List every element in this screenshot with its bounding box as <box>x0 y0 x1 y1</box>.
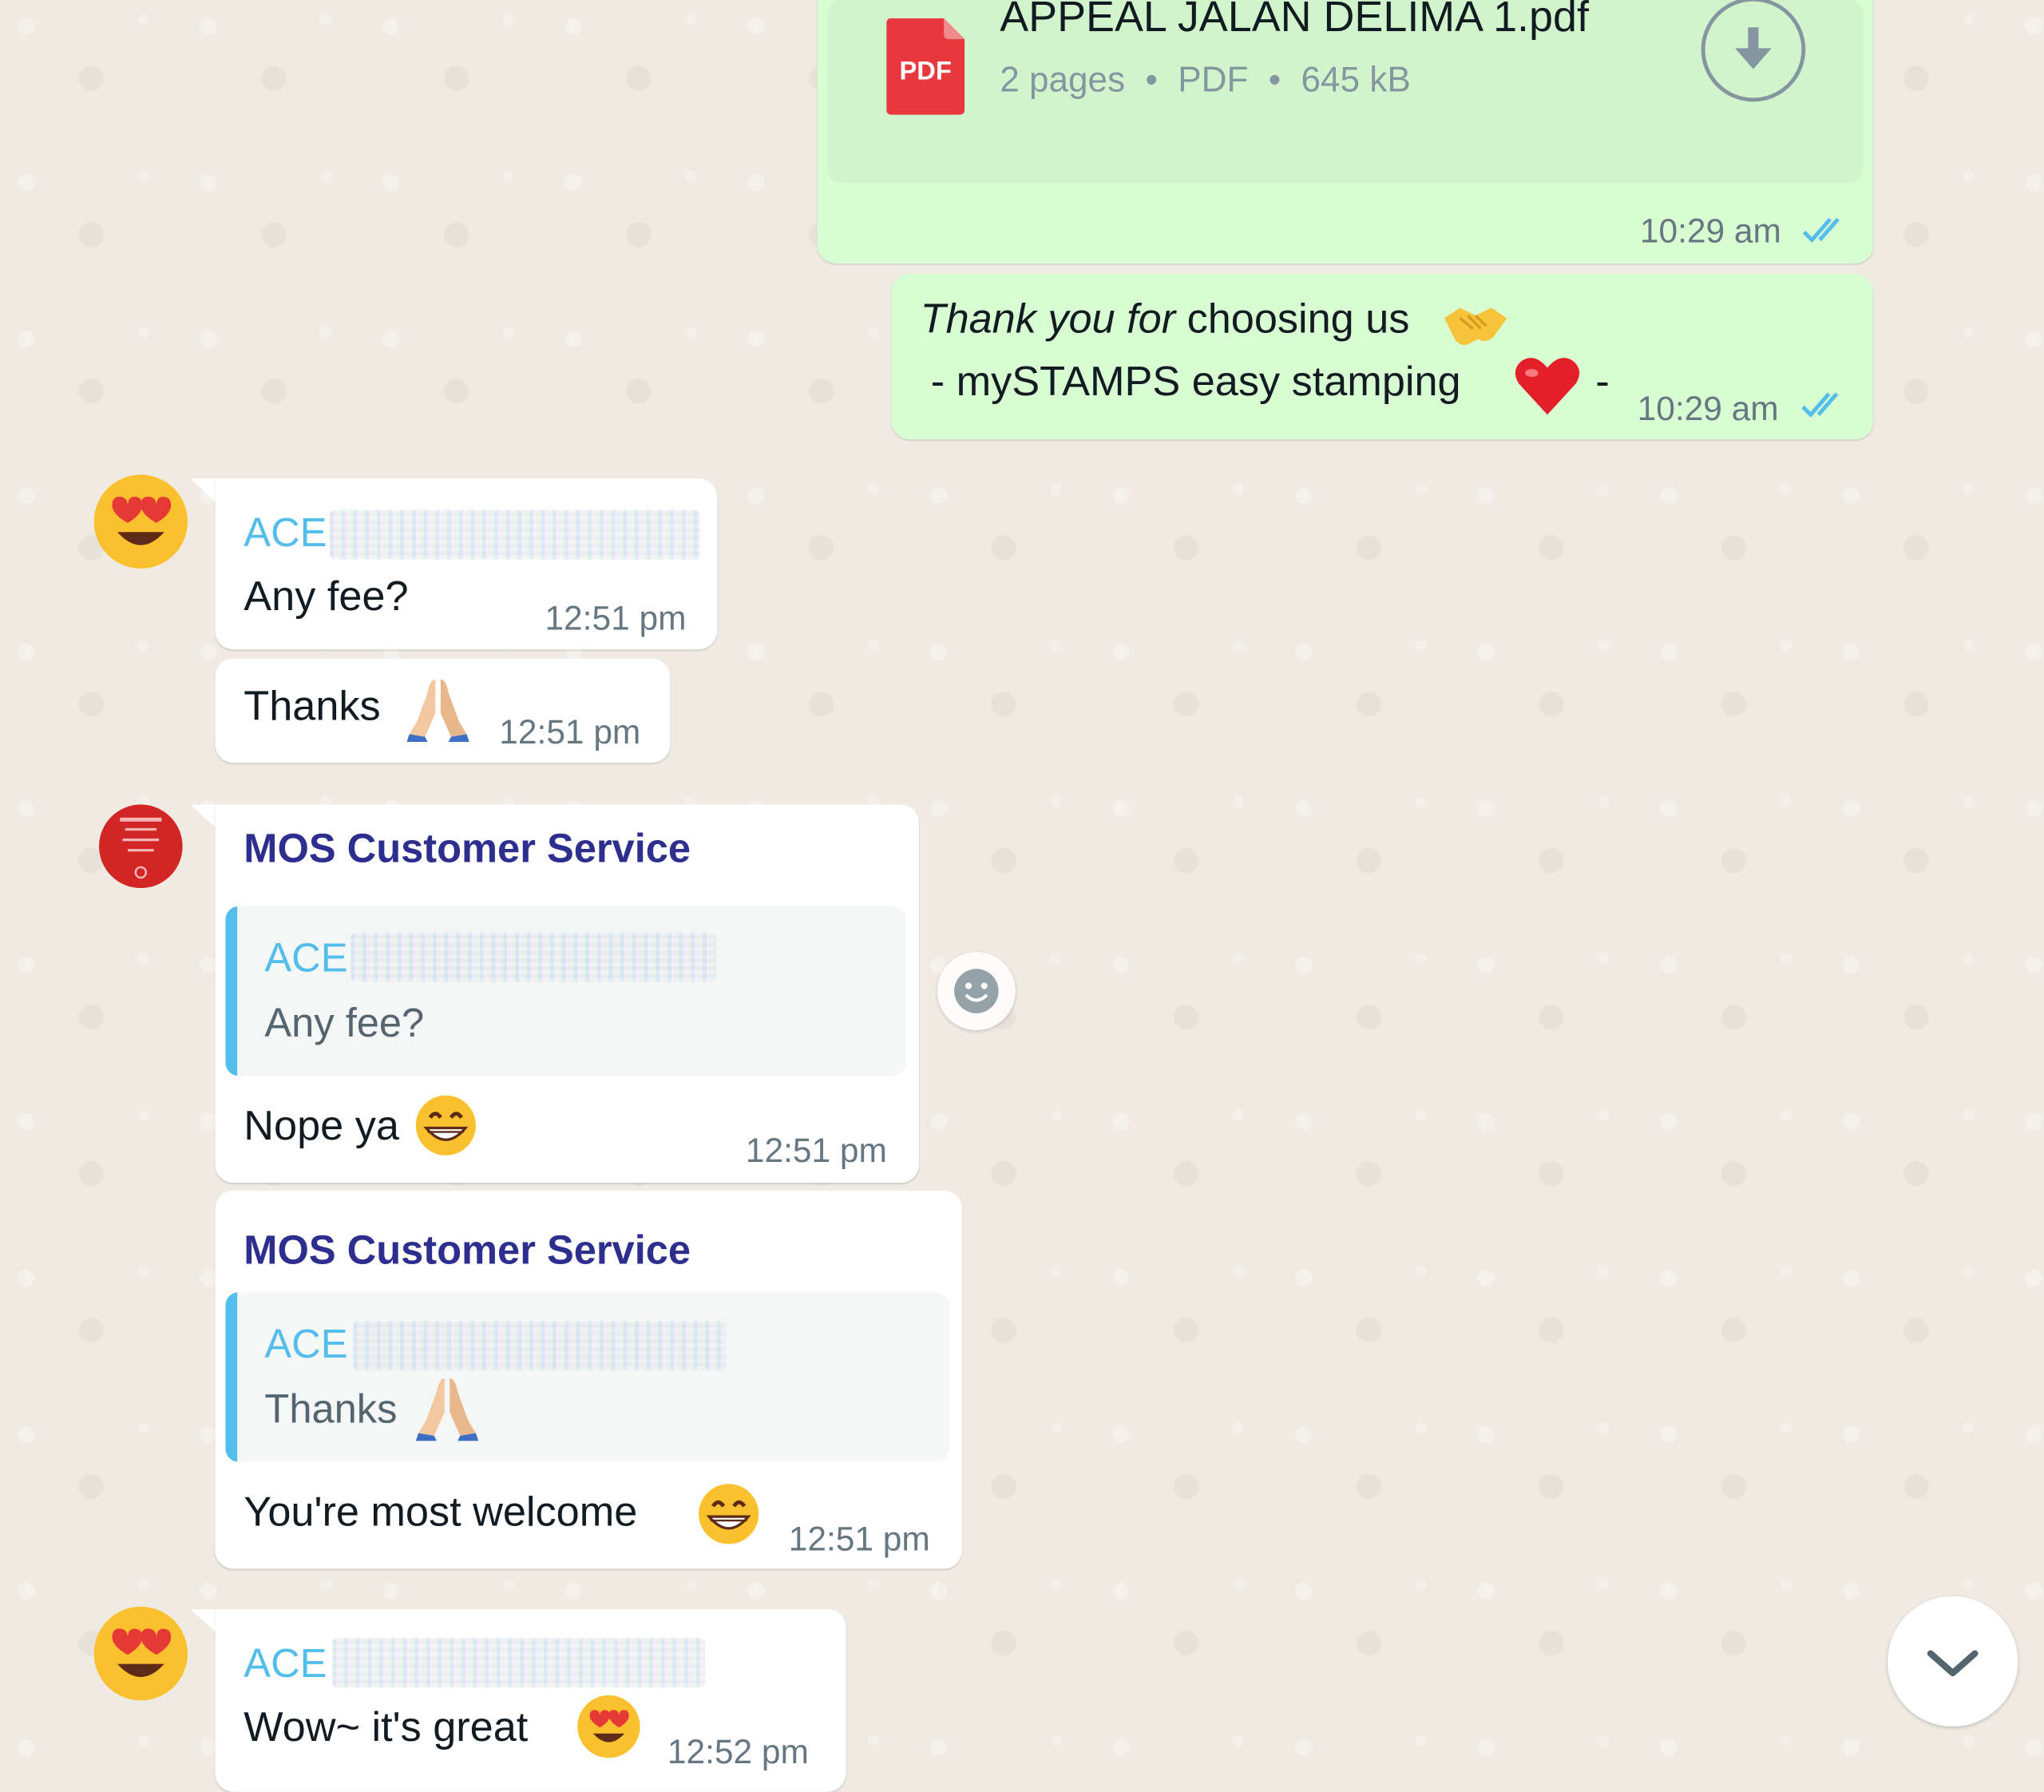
redacted-phone <box>330 509 700 560</box>
redacted-phone <box>351 932 716 982</box>
signature-text: - mySTAMPS easy stamping <box>930 357 1461 405</box>
document-size: 645 kB <box>1301 60 1411 100</box>
incoming-message-bubble[interactable]: Thanks 12:51 pm <box>215 658 671 763</box>
grinning-face-emoji-icon <box>415 1095 476 1156</box>
incoming-message-bubble[interactable]: MOS Customer Service ACE Thanks You're m… <box>215 1190 962 1569</box>
chevron-down-icon <box>1927 1650 1979 1677</box>
document-card[interactable]: PDF APPEAL JALAN DELIMA 1.pdf 2 pages • … <box>827 0 1864 183</box>
message-text: You're most welcome <box>244 1488 638 1536</box>
pdf-badge-label: PDF <box>899 57 952 86</box>
folded-hands-emoji-icon <box>406 679 469 743</box>
incoming-message-bubble[interactable]: MOS Customer Service ACE Any fee? Nope y… <box>215 804 920 1183</box>
ace-avatar[interactable] <box>93 474 188 569</box>
ace-avatar[interactable] <box>93 1606 188 1701</box>
message-text: Thanks <box>244 682 381 729</box>
chat-pane: PDF APPEAL JALAN DELIMA 1.pdf 2 pages • … <box>0 0 2044 1792</box>
heart-eyes-emoji-icon <box>93 474 188 569</box>
sender-name[interactable]: MOS Customer Service <box>244 826 691 873</box>
download-button[interactable] <box>1701 0 1806 102</box>
double-check-icon <box>1802 217 1840 244</box>
scroll-to-bottom-button[interactable] <box>1888 1596 2018 1727</box>
message-time: 12:51 pm <box>745 1130 887 1170</box>
quoted-message[interactable]: ACE Thanks <box>225 1292 949 1462</box>
message-text: Wow~ it's great <box>244 1703 529 1750</box>
pdf-file-icon: PDF <box>886 18 965 115</box>
react-button[interactable] <box>937 952 1016 1031</box>
document-pages: 2 pages <box>1000 60 1126 100</box>
message-time: 12:52 pm <box>667 1731 809 1771</box>
red-heart-emoji-icon <box>1515 358 1580 415</box>
message-time: 12:51 pm <box>499 712 641 751</box>
plain-text: choosing us <box>1186 295 1410 342</box>
heart-eyes-emoji-icon <box>577 1695 640 1758</box>
emoji-react-icon <box>954 969 999 1013</box>
grinning-face-emoji-icon <box>699 1484 759 1544</box>
document-message-bubble[interactable]: PDF APPEAL JALAN DELIMA 1.pdf 2 pages • … <box>817 0 1874 264</box>
message-text-line2: - mySTAMPS easy stamping <box>931 357 1461 405</box>
outgoing-message-bubble[interactable]: Thank you for choosing us - mySTAMPS eas… <box>891 273 1874 440</box>
message-time: 10:29 am <box>1637 388 1779 428</box>
download-icon <box>1735 27 1772 69</box>
message-text-line1: Thank you for choosing us <box>921 295 1410 343</box>
redacted-phone <box>353 1321 727 1371</box>
message-time: 12:51 pm <box>788 1519 930 1559</box>
quoted-text: Thanks <box>264 1386 398 1433</box>
meta-separator: • <box>1145 60 1158 100</box>
incoming-message-bubble[interactable]: ACE Wow~ it's great 12:52 pm <box>215 1609 846 1792</box>
message-text: Nope ya <box>244 1101 399 1149</box>
store-logo-icon <box>99 804 183 889</box>
message-time: 12:51 pm <box>545 598 687 638</box>
message-text: Any fee? <box>244 572 409 620</box>
italic-text: Thank you for <box>920 295 1176 342</box>
quoted-message[interactable]: ACE Any fee? <box>225 906 906 1076</box>
heart-eyes-emoji-icon <box>93 1606 188 1701</box>
message-time: 10:29 am <box>1639 211 1781 251</box>
quoted-sender: ACE <box>264 934 348 981</box>
document-filename: APPEAL JALAN DELIMA 1.pdf <box>1000 0 1589 41</box>
signature-dash: - <box>1595 357 1610 405</box>
sender-name[interactable]: ACE <box>244 509 327 557</box>
mos-avatar[interactable] <box>99 804 183 889</box>
meta-separator: • <box>1268 60 1281 100</box>
sender-name[interactable]: ACE <box>244 1640 327 1687</box>
quoted-sender: ACE <box>264 1321 348 1367</box>
document-meta: 2 pages • PDF • 645 kB <box>1000 60 1410 101</box>
document-type: PDF <box>1178 60 1249 100</box>
quote-accent-bar <box>225 906 238 1076</box>
quote-accent-bar <box>225 1292 238 1462</box>
handshake-emoji-icon <box>1444 307 1507 345</box>
double-check-icon <box>1801 392 1839 418</box>
quoted-text: Any fee? <box>264 1000 425 1046</box>
redacted-phone <box>332 1638 706 1688</box>
sender-name[interactable]: MOS Customer Service <box>244 1227 691 1275</box>
folded-hands-emoji-icon <box>415 1378 479 1441</box>
incoming-message-bubble[interactable]: ACE Any fee? 12:51 pm <box>215 478 717 650</box>
